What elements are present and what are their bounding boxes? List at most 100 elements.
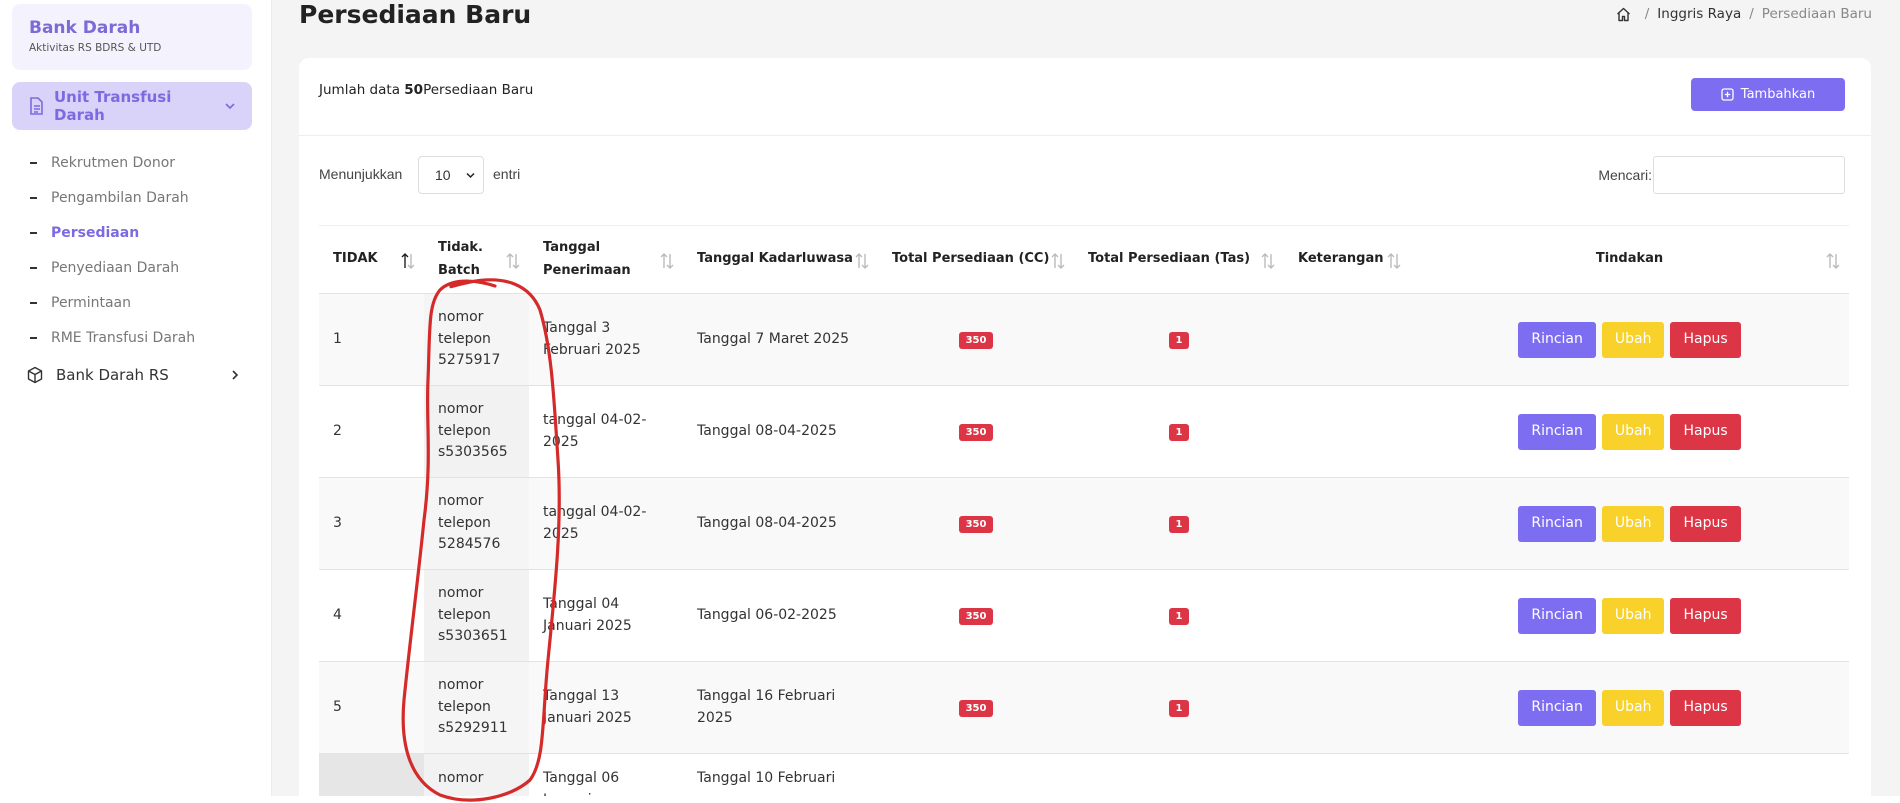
add-button[interactable]: Tambahkan — [1691, 78, 1845, 111]
cell-received-date: Tanggal 13 Januari 2025 — [529, 661, 683, 754]
cell-received-date: Tanggal 3 Februari 2025 — [529, 293, 683, 386]
column-header-expiry-date[interactable]: Tanggal Kadarluwasa — [683, 225, 878, 294]
column-header-label: Tindakan — [1595, 251, 1664, 267]
cell-total-cc: 350 — [878, 293, 1074, 386]
sidebar-group-bank-darah-rs[interactable]: Bank Darah RS — [26, 360, 240, 390]
cell-actions: Rincian Ubah Hapus — [1410, 477, 1849, 570]
table-controls: Menunjukkan 10 entri Mencari: — [319, 156, 1845, 196]
dash-icon — [30, 266, 37, 269]
column-header-label: Total Persediaan (CC) — [892, 251, 1050, 267]
plus-square-icon — [1721, 88, 1734, 101]
cell-no: 2 — [319, 385, 424, 478]
delete-button[interactable]: Hapus — [1670, 597, 1741, 634]
column-header-label: TIDAK — [333, 251, 378, 267]
cell-batch: nomor telepon 5284576 — [424, 477, 529, 570]
bag-badge: 1 — [1168, 699, 1190, 717]
sidebar-item-pengambilan-darah[interactable]: Pengambilan Darah — [30, 180, 195, 215]
bag-badge: 1 — [1168, 423, 1190, 441]
dash-icon — [30, 196, 37, 199]
column-header-label: Total Persediaan (Tas) — [1088, 251, 1251, 267]
chevron-down-icon — [225, 103, 235, 110]
cell-batch: nomor telepon 5275917 — [424, 293, 529, 386]
column-header-label: Tanggal Kadarluwasa — [697, 251, 853, 267]
breadcrumb-separator: / — [1644, 6, 1650, 22]
delete-button[interactable]: Hapus — [1670, 321, 1741, 358]
edit-button[interactable]: Ubah — [1601, 597, 1665, 634]
column-header-received-date[interactable]: Tanggal Penerimaan — [529, 225, 683, 294]
cell-no: 4 — [319, 569, 424, 662]
sidebar-item-permintaan[interactable]: Permintaan — [30, 285, 195, 320]
cell-batch: nomor telepon s5303565 — [424, 385, 529, 478]
sidebar-item-label: Rekrutmen Donor — [51, 154, 176, 171]
breadcrumb-current: Persediaan Baru — [1761, 6, 1872, 22]
sidebar-item-persediaan[interactable]: Persediaan — [30, 215, 195, 250]
column-header-notes[interactable]: Keterangan — [1284, 225, 1410, 294]
detail-button[interactable]: Rincian — [1518, 321, 1596, 358]
page-size-label: Menunjukkan — [319, 166, 403, 182]
sort-icon — [1387, 253, 1401, 269]
delete-button[interactable]: Hapus — [1670, 505, 1741, 542]
edit-button[interactable]: Ubah — [1601, 413, 1665, 450]
cell-total-bags: 1 — [1074, 477, 1284, 570]
detail-button[interactable]: Rincian — [1518, 597, 1596, 634]
cell-expiry-date: Tanggal 08-04-2025 — [683, 385, 878, 478]
breadcrumb-item[interactable]: Inggris Raya — [1657, 6, 1741, 22]
cell-received-date: tanggal 04-02-2025 — [529, 477, 683, 570]
brand-title: Bank Darah — [29, 18, 141, 38]
entries-label: entri — [493, 166, 521, 182]
cc-badge: 350 — [958, 607, 994, 625]
column-header-label: Keterangan — [1298, 251, 1384, 267]
table-row: 3 nomor telepon 5284576 tanggal 04-02-20… — [319, 477, 1849, 570]
sidebar: Bank Darah Aktivitas RS BDRS & UTD Unit … — [0, 0, 272, 803]
column-header-no[interactable]: TIDAK — [319, 225, 424, 294]
detail-button[interactable]: Rincian — [1518, 689, 1596, 726]
cc-badge: 350 — [958, 423, 994, 441]
cell-received-date: Tanggal 04 Januari 2025 — [529, 569, 683, 662]
column-header-actions[interactable]: Tindakan — [1410, 225, 1849, 294]
cube-icon — [27, 366, 43, 384]
table-row: 4 nomor telepon s5303651 Tanggal 04 Janu… — [319, 569, 1849, 662]
sort-asc-icon — [401, 253, 415, 269]
sidebar-item-label: Penyediaan Darah — [51, 259, 180, 276]
detail-button[interactable]: Rincian — [1518, 505, 1596, 542]
cell-total-cc: 350 — [878, 661, 1074, 754]
sidebar-group-unit-transfusi-darah[interactable]: Unit Transfusi Darah — [12, 82, 252, 130]
page-size-select[interactable]: 10 — [418, 156, 484, 194]
detail-button[interactable]: Rincian — [1518, 413, 1596, 450]
document-icon — [30, 97, 43, 115]
delete-button[interactable]: Hapus — [1670, 689, 1741, 726]
cell-batch: nomor telepon s5303651 — [424, 569, 529, 662]
sidebar-group-label: Bank Darah RS — [56, 366, 169, 384]
cell-actions: Rincian Ubah Hapus — [1410, 661, 1849, 754]
edit-button[interactable]: Ubah — [1601, 505, 1665, 542]
cell-total-bags: 1 — [1074, 661, 1284, 754]
delete-button[interactable]: Hapus — [1670, 413, 1741, 450]
edit-button[interactable]: Ubah — [1601, 689, 1665, 726]
inventory-table: TIDAK Tidak. Batch Tanggal Penerimaan Ta… — [319, 225, 1849, 803]
search-input[interactable] — [1653, 156, 1845, 194]
sidebar-item-rme-transfusi-darah[interactable]: RME Transfusi Darah — [30, 320, 195, 355]
column-header-total-bags[interactable]: Total Persediaan (Tas) — [1074, 225, 1284, 294]
column-header-label: Tidak. Batch — [438, 239, 483, 278]
cell-batch: nomor telepon s5292911 — [424, 661, 529, 754]
edit-button[interactable]: Ubah — [1601, 321, 1665, 358]
brand-block[interactable]: Bank Darah Aktivitas RS BDRS & UTD — [12, 4, 252, 70]
sidebar-item-penyediaan-darah[interactable]: Penyediaan Darah — [30, 250, 195, 285]
cell-notes — [1284, 293, 1410, 386]
sidebar-item-rekrutmen-donor[interactable]: Rekrutmen Donor — [30, 145, 195, 180]
page-title: Persediaan Baru — [299, 0, 532, 29]
content-card: Jumlah data 50Persediaan Baru Tambahkan … — [299, 58, 1871, 803]
sort-icon — [1051, 253, 1065, 269]
column-header-batch[interactable]: Tidak. Batch — [424, 225, 529, 294]
add-button-label: Tambahkan — [1740, 87, 1816, 102]
sidebar-item-label: Permintaan — [51, 294, 131, 311]
chevron-right-icon — [232, 370, 239, 380]
count-suffix: Persediaan Baru — [423, 82, 534, 98]
home-icon[interactable] — [1616, 7, 1631, 22]
chevron-down-icon — [466, 172, 475, 179]
dash-icon — [30, 161, 37, 164]
column-header-total-cc[interactable]: Total Persediaan (CC) — [878, 225, 1074, 294]
cc-badge: 350 — [958, 699, 994, 717]
count-value: 50 — [404, 82, 424, 98]
row-actions: Rincian Ubah Hapus — [1518, 413, 1741, 450]
